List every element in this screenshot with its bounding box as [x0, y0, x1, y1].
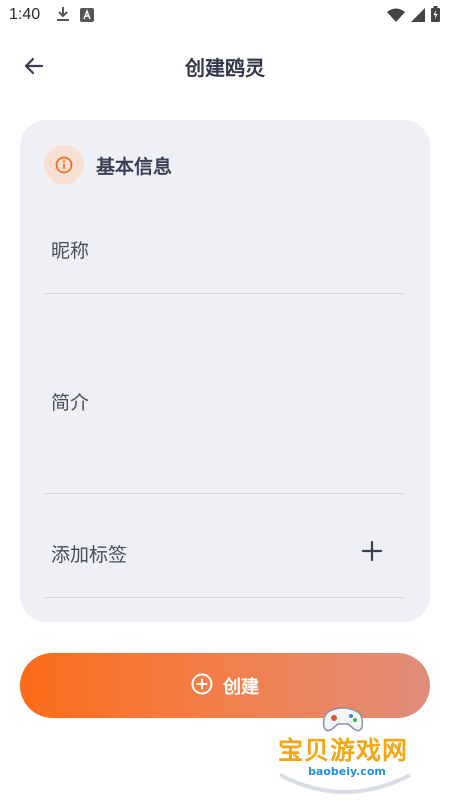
intro-placeholder: 简介	[51, 392, 90, 414]
wifi-icon	[387, 7, 405, 26]
info-icon	[44, 145, 84, 185]
watermark-url: baobeiy.com	[308, 765, 386, 778]
signal-icon	[411, 7, 425, 26]
page-title: 创建鸥灵	[185, 56, 265, 80]
plus-circle-icon	[191, 673, 213, 699]
create-button-label: 创建	[223, 676, 259, 698]
nickname-placeholder: 昵称	[51, 240, 90, 262]
download-icon	[56, 6, 70, 26]
nickname-field[interactable]: 昵称	[44, 220, 405, 294]
app-notification-icon	[80, 7, 94, 26]
card-title: 基本信息	[96, 155, 173, 178]
add-tag-label: 添加标签	[51, 544, 128, 566]
battery-icon	[431, 6, 440, 26]
basic-info-card: 基本信息 昵称 简介 添加标签	[20, 120, 430, 622]
intro-field[interactable]: 简介	[44, 294, 405, 494]
status-time: 1:40	[9, 6, 41, 23]
app-bar: 创建鸥灵	[0, 40, 450, 92]
watermark-text: 宝贝游戏网	[278, 736, 409, 765]
add-tag-row[interactable]: 添加标签	[44, 494, 405, 598]
status-bar: 1:40	[0, 0, 450, 32]
plus-icon[interactable]	[359, 538, 385, 564]
watermark-logo: 宝贝游戏网 baobeiy.com	[270, 705, 420, 797]
card-header: 基本信息	[44, 145, 172, 185]
